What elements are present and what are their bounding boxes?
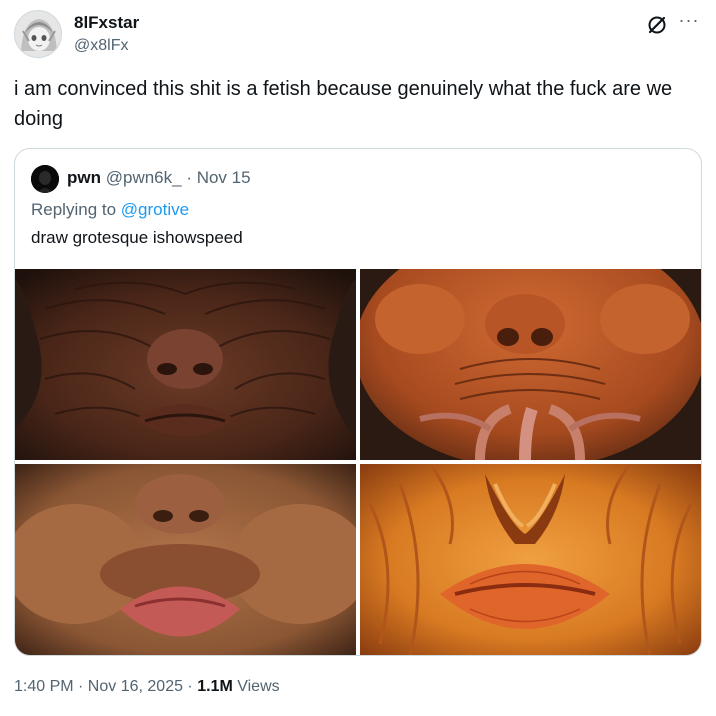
quote-meta: pwn @pwn6k_ · Nov 15 — [67, 167, 251, 189]
author-names: 8lFxstar @x8lFx — [74, 12, 139, 57]
replying-to: Replying to @grotive — [31, 199, 189, 221]
tweet-text: i am convinced this shit is a fetish bec… — [14, 78, 673, 130]
views-label: Views — [232, 678, 280, 695]
author-display-name[interactable]: 8lFxstar — [74, 12, 139, 34]
more-icon[interactable]: ··· — [676, 11, 702, 34]
quote-text: draw grotesque ishowspeed — [31, 228, 243, 247]
grok-icon[interactable] — [646, 14, 668, 36]
quoted-tweet[interactable]: pwn @pwn6k_ · Nov 15 Replying to @grotiv… — [14, 148, 702, 656]
tweet-header: 8lFxstar @x8lFx ··· — [14, 10, 704, 62]
media-image-2[interactable] — [360, 269, 701, 460]
media-image-1[interactable] — [15, 269, 356, 460]
author-avatar[interactable] — [14, 10, 62, 58]
tweet-timestamp[interactable]: 1:40 PM · Nov 16, 2025 — [14, 678, 183, 695]
quote-author-display-name[interactable]: pwn — [67, 168, 101, 187]
media-grid — [15, 269, 701, 655]
quote-author-handle[interactable]: @pwn6k_ — [106, 168, 182, 187]
media-image-3[interactable] — [15, 464, 356, 655]
dark-avatar-image — [31, 165, 59, 193]
quote-author-avatar[interactable] — [31, 165, 59, 193]
quote-date[interactable]: Nov 15 — [197, 168, 251, 187]
tweet-footer: 1:40 PM · Nov 16, 2025 · 1.1M Views — [14, 676, 280, 698]
views-count[interactable]: 1.1M — [197, 678, 233, 695]
author-handle[interactable]: @x8lFx — [74, 35, 139, 57]
footer-separator: · — [182, 678, 198, 695]
meta-separator: · — [181, 168, 197, 187]
media-image-4[interactable] — [360, 464, 701, 655]
anime-avatar-image — [15, 11, 61, 57]
replying-to-mention[interactable]: @grotive — [121, 200, 189, 219]
replying-prefix: Replying to — [31, 200, 121, 219]
